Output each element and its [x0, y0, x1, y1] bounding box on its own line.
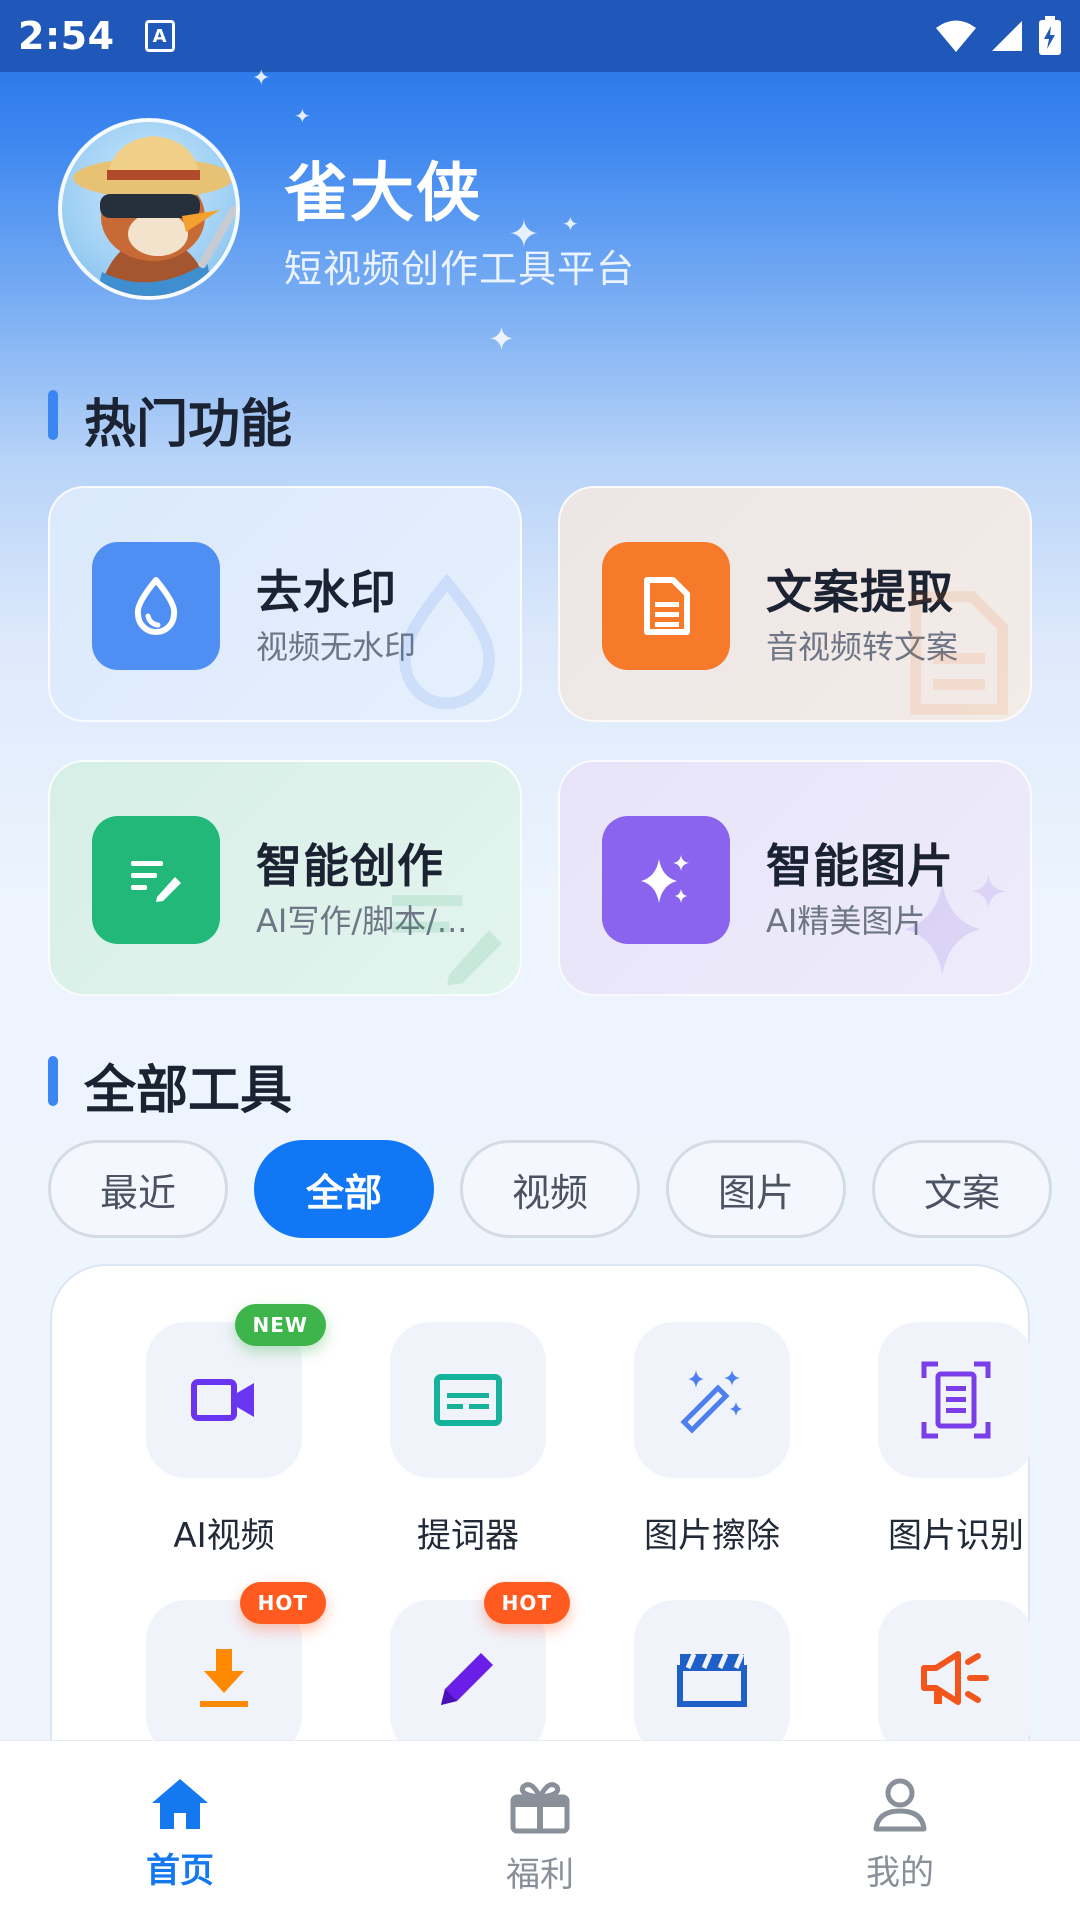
nav-rewards[interactable]: 福利	[440, 1777, 640, 1896]
tool-label: 图片擦除	[644, 1516, 780, 1556]
subtitle-icon	[434, 1374, 502, 1426]
sparkle-icon: ✦	[252, 66, 271, 91]
hot-card-smart-writing[interactable]: 智能创作 AI写作/脚本/...	[48, 760, 522, 996]
tab-all[interactable]: 全部	[254, 1140, 434, 1238]
tool-image-recognition[interactable]: 图片识别	[834, 1322, 1078, 1557]
scan-document-icon	[921, 1361, 991, 1439]
tool-label: AI视频	[173, 1516, 275, 1556]
tool-label: 提词器	[417, 1516, 519, 1556]
wifi-icon	[936, 20, 976, 52]
notification-icon: A	[144, 20, 175, 52]
sparkles-watermark-icon	[904, 874, 1006, 976]
tab-recent[interactable]: 最近	[48, 1140, 228, 1238]
hot-badge: HOT	[483, 1582, 570, 1624]
tab-video[interactable]: 视频	[460, 1140, 640, 1238]
sparkle-icon: ✦	[294, 104, 311, 128]
tool-icon-box	[878, 1322, 1034, 1478]
nav-label: 福利	[506, 1855, 574, 1895]
section-title-hot: 热门功能	[48, 382, 292, 457]
water-drop-icon	[92, 542, 220, 670]
nav-home[interactable]: 首页	[80, 1777, 280, 1892]
tool-ai-video[interactable]: NEW AI视频	[102, 1304, 346, 1557]
sparkles-icon	[602, 816, 730, 944]
document-watermark-icon	[910, 591, 1008, 715]
tool-icon-box: HOT	[390, 1582, 570, 1756]
app-subtitle: 短视频创作工具平台	[284, 247, 636, 291]
tool-image-erase[interactable]: 图片擦除	[590, 1322, 834, 1557]
tool-icon-box	[634, 1600, 790, 1756]
new-badge: NEW	[234, 1304, 326, 1346]
tab-copywriting[interactable]: 文案	[872, 1140, 1052, 1238]
gift-icon	[510, 1782, 570, 1834]
app-title: 雀大侠	[284, 157, 482, 231]
bottom-navigation: 首页 福利 我的	[0, 1740, 1080, 1920]
sparrow-mascot-icon	[73, 136, 236, 296]
download-icon	[200, 1649, 248, 1707]
pencil-icon	[441, 1653, 493, 1705]
home-icon	[152, 1779, 208, 1829]
tool-icon-box	[390, 1322, 546, 1478]
battery-icon	[1039, 16, 1061, 55]
edit-lines-icon	[92, 816, 220, 944]
tool-label: 图片识别	[888, 1516, 1024, 1556]
hot-badge: HOT	[239, 1582, 326, 1624]
status-bar: 2:54 A	[0, 0, 1080, 72]
tool-icon-box	[634, 1322, 790, 1478]
hot-card-extract-copy[interactable]: 文案提取 音视频转文案	[558, 486, 1032, 722]
tab-image[interactable]: 图片	[666, 1140, 846, 1238]
card-title: 去水印	[256, 565, 397, 619]
hot-card-smart-image[interactable]: 智能图片 AI精美图片	[558, 760, 1032, 996]
sparkle-icon: ✦	[488, 320, 515, 358]
megaphone-icon	[921, 1651, 989, 1705]
sparkle-icon: ✦	[562, 212, 579, 236]
hot-card-remove-watermark[interactable]: 去水印 视频无水印	[48, 486, 522, 722]
tool-teleprompter[interactable]: 提词器	[346, 1322, 590, 1557]
document-icon	[602, 542, 730, 670]
cellular-signal-icon	[992, 21, 1022, 51]
edit-lines-watermark-icon	[392, 895, 502, 986]
tool-icon-box	[878, 1600, 1034, 1756]
status-icons	[936, 16, 1062, 56]
tool-icon-box: NEW	[146, 1304, 326, 1478]
status-time: 2:54	[18, 14, 115, 58]
video-camera-icon	[191, 1379, 254, 1421]
nav-label: 首页	[146, 1851, 214, 1891]
nav-label: 我的	[866, 1853, 934, 1893]
section-title-tools: 全部工具	[48, 1048, 292, 1123]
avatar[interactable]	[58, 118, 240, 300]
nav-profile[interactable]: 我的	[800, 1777, 1000, 1894]
magic-wand-icon	[680, 1370, 742, 1434]
clapperboard-icon	[677, 1653, 747, 1707]
water-drop-watermark-icon	[399, 573, 495, 710]
user-icon	[873, 1778, 927, 1832]
tool-icon-box: HOT	[146, 1582, 326, 1756]
